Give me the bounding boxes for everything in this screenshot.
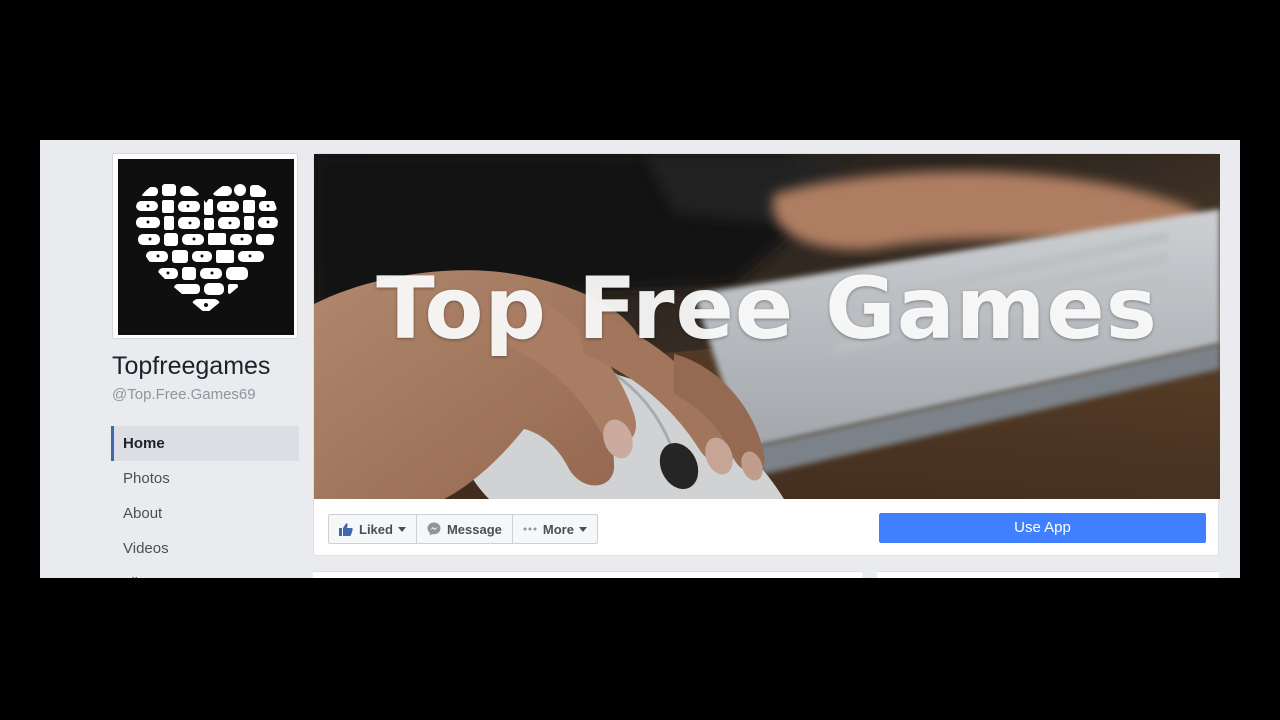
nav-item-home[interactable]: Home [111, 426, 299, 461]
use-app-button[interactable]: Use App [879, 513, 1206, 543]
caret-down-icon [578, 526, 587, 532]
page-viewport: Topfreegames @Top.Free.Games69 Home Phot… [40, 140, 1240, 578]
feed-card-left [313, 571, 862, 578]
ellipsis-icon [523, 527, 537, 531]
more-label: More [542, 521, 574, 537]
message-button[interactable]: Message [417, 515, 513, 543]
liked-label: Liked [359, 521, 393, 537]
nav-item-about[interactable]: About [111, 496, 299, 531]
thumbs-up-icon [339, 522, 353, 536]
nav-item-likes[interactable]: Likes [111, 566, 299, 578]
feed-card-right [877, 571, 1219, 578]
gamepad-heart-logo-icon [133, 181, 279, 314]
profile-picture-frame[interactable] [112, 153, 298, 339]
page-name[interactable]: Topfreegames [112, 352, 270, 381]
nav-item-photos[interactable]: Photos [111, 461, 299, 496]
nav-item-videos[interactable]: Videos [111, 531, 299, 566]
page-handle[interactable]: @Top.Free.Games69 [112, 386, 256, 403]
liked-button[interactable]: Liked [329, 515, 417, 543]
cover-card: Top Free Games Liked Message More Use Ap… [313, 153, 1220, 556]
messenger-icon [427, 522, 441, 536]
profile-picture[interactable] [118, 159, 294, 335]
caret-down-icon [397, 526, 406, 532]
page-nav: Home Photos About Videos Likes [111, 426, 299, 578]
page-action-buttons: Liked Message More [328, 514, 598, 544]
cover-title: Top Free Games [376, 259, 1158, 359]
message-label: Message [446, 521, 502, 537]
more-button[interactable]: More [513, 515, 597, 543]
cover-photo[interactable]: Top Free Games [314, 154, 1220, 499]
